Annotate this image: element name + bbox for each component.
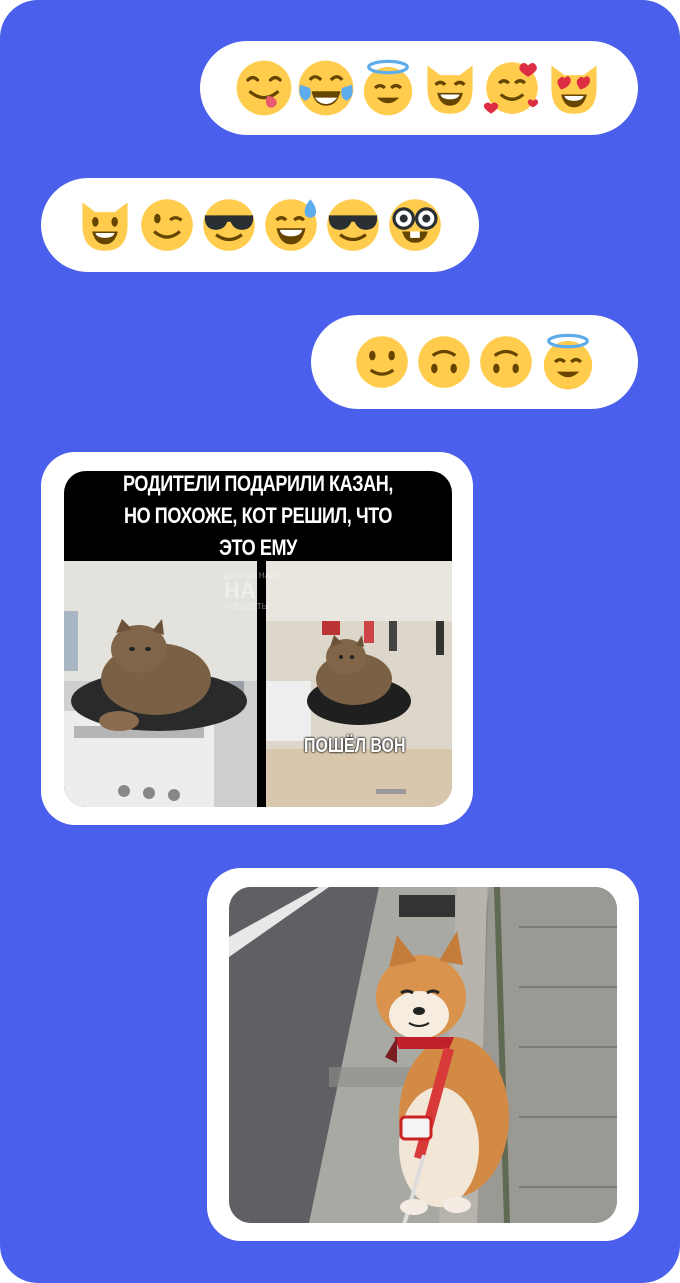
face-savoring-food-icon [235, 59, 293, 117]
smiling-face-with-hearts-icon [483, 59, 541, 117]
upside-down-face-icon [415, 333, 473, 391]
emoji-row [353, 333, 597, 391]
image-message-bubble[interactable]: РОДИТЕЛИ ПОДАРИЛИ КАЗАН, НО ПОХОЖЕ, КОТ … [41, 452, 473, 825]
smiling-face-with-sunglasses-icon [200, 196, 258, 254]
chat-screen: РОДИТЕЛИ ПОДАРИЛИ КАЗАН, НО ПОХОЖЕ, КОТ … [0, 0, 680, 1283]
smiling-face-with-sunglasses-icon [324, 196, 382, 254]
image-message-bubble[interactable] [207, 868, 639, 1241]
upside-down-face-icon [477, 333, 535, 391]
emoji-message-bubble[interactable] [311, 315, 638, 409]
face-with-tears-of-joy-icon [297, 59, 355, 117]
grinning-face-with-sweat-icon [262, 196, 320, 254]
emoji-row [235, 59, 603, 117]
grinning-cat-icon [421, 59, 479, 117]
shiba-inu-photo[interactable] [229, 887, 617, 1223]
slightly-smiling-face-icon [353, 333, 411, 391]
smiling-face-with-halo-icon [359, 59, 417, 117]
watermark-big: НА [224, 578, 256, 603]
meme-subcaption: ПОШЁЛ ВОН [304, 735, 406, 757]
smiling-cat-heart-eyes-icon [545, 59, 603, 117]
emoji-message-bubble[interactable] [41, 178, 479, 272]
emoji-row [76, 196, 444, 254]
nerd-face-icon [386, 196, 444, 254]
watermark: ДЕТИЦА НАШ НА АНЕКДОТЫ [224, 571, 277, 611]
watermark-bottom: АНЕКДОТЫ [224, 602, 269, 611]
emoji-message-bubble[interactable] [200, 41, 638, 135]
winking-face-icon [138, 196, 196, 254]
grinning-cat-icon [76, 196, 134, 254]
meme-caption: РОДИТЕЛИ ПОДАРИЛИ КАЗАН, НО ПОХОЖЕ, КОТ … [98, 471, 418, 561]
meme-image[interactable]: РОДИТЕЛИ ПОДАРИЛИ КАЗАН, НО ПОХОЖЕ, КОТ … [64, 471, 452, 807]
smiling-face-with-halo-icon [539, 333, 597, 391]
